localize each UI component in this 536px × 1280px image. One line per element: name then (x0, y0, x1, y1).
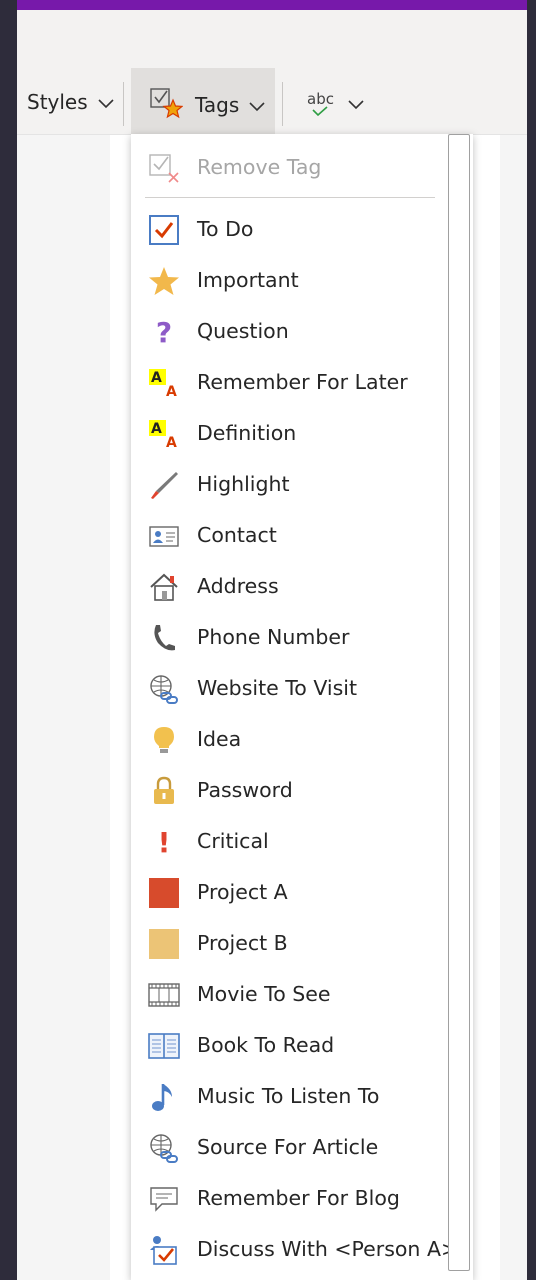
menu-item-source-for-article[interactable]: Source For Article (131, 1121, 447, 1172)
chevron-down-icon (98, 90, 114, 114)
menu-item-label: Music To Listen To (197, 1083, 380, 1108)
menu-divider (145, 197, 435, 198)
exclamation-icon: ! (157, 825, 171, 859)
svg-text:A: A (166, 435, 177, 450)
highlight-letters-icon: A A (147, 417, 181, 451)
menu-item-label: Contact (197, 522, 277, 547)
menu-item-movie-to-see[interactable]: Movie To See (131, 968, 447, 1019)
chevron-down-icon (249, 93, 265, 117)
menu-item-label: Phone Number (197, 624, 350, 649)
star-icon (147, 264, 181, 298)
menu-item-book-to-read[interactable]: Book To Read (131, 1019, 447, 1070)
styles-label: Styles (27, 90, 88, 114)
onenote-app: Styles Tags abc Remove Tag To Do Importa… (17, 0, 527, 1280)
music-note-icon (147, 1080, 181, 1114)
yellow-square-icon (147, 927, 181, 961)
spelling-label: abc (307, 90, 334, 108)
menu-item-address[interactable]: Address (131, 560, 447, 611)
question-icon: ? (155, 315, 173, 349)
menu-item-label: Password (197, 777, 293, 802)
menu-scrollbar[interactable] (448, 134, 470, 1271)
menu-item-label: Book To Read (197, 1032, 335, 1057)
lock-icon (147, 774, 181, 808)
tags-dropdown-button[interactable]: Tags (131, 68, 275, 142)
menu-item-remember-for-blog[interactable]: Remember For Blog (131, 1172, 447, 1223)
menu-item-label: Website To Visit (197, 675, 358, 700)
lightbulb-icon (147, 723, 181, 757)
remove-tag-icon (147, 151, 181, 185)
contact-card-icon (147, 519, 181, 553)
styles-dropdown-button[interactable]: Styles (27, 86, 114, 118)
menu-item-question[interactable]: ? Question (131, 305, 447, 356)
menu-item-remember-for-later[interactable]: A A Remember For Later (131, 356, 447, 407)
menu-item-discuss-with-person-a[interactable]: Discuss With <Person A> (131, 1223, 458, 1274)
film-icon (147, 978, 181, 1012)
title-bar (17, 0, 527, 10)
menu-item-project-b[interactable]: Project B (131, 917, 447, 968)
tags-dropdown-menu: Remove Tag To Do Important ? Question A … (131, 134, 473, 1280)
globe-link-icon (147, 1131, 181, 1165)
svg-text:A: A (151, 421, 162, 437)
ribbon-toolbar: Styles Tags abc (17, 10, 527, 142)
house-icon (147, 570, 181, 604)
ribbon-separator (282, 82, 283, 126)
menu-item-idea[interactable]: Idea (131, 713, 447, 764)
menu-item-highlight[interactable]: Highlight (131, 458, 447, 509)
menu-item-label: Project B (197, 930, 288, 955)
menu-item-contact[interactable]: Contact (131, 509, 447, 560)
menu-item-label: Highlight (197, 471, 290, 496)
menu-item-important[interactable]: Important (131, 254, 447, 305)
menu-item-label: Definition (197, 420, 297, 445)
menu-item-music-to-listen-to[interactable]: Music To Listen To (131, 1070, 447, 1121)
menu-item-label: Movie To See (197, 981, 331, 1006)
menu-item-label: Remove Tag (197, 154, 322, 179)
menu-item-password[interactable]: Password (131, 764, 447, 815)
menu-item-label: To Do (197, 216, 254, 241)
svg-text:A: A (166, 384, 177, 399)
menu-item-phone-number[interactable]: Phone Number (131, 611, 447, 662)
menu-item-label: Critical (197, 828, 269, 853)
speech-bubble-icon (147, 1182, 181, 1216)
globe-link-icon (147, 672, 181, 706)
red-square-icon (147, 876, 181, 910)
menu-item-label: Question (197, 318, 289, 343)
phone-icon (147, 621, 181, 655)
tags-label: Tags (195, 93, 240, 117)
menu-item-critical[interactable]: ! Critical (131, 815, 447, 866)
menu-item-label: Idea (197, 726, 242, 751)
menu-item-to-do[interactable]: To Do (131, 203, 447, 254)
book-icon (147, 1029, 181, 1063)
menu-item-label: Address (197, 573, 279, 598)
highlight-letters-icon: A A (147, 366, 181, 400)
menu-item-label: Discuss With <Person A> (197, 1236, 459, 1261)
person-check-icon (147, 1233, 181, 1267)
menu-item-label: Source For Article (197, 1134, 379, 1159)
menu-item-label: Important (197, 267, 299, 292)
menu-item-definition[interactable]: A A Definition (131, 407, 447, 458)
spell-check-icon: abc (307, 92, 334, 116)
pen-icon (147, 468, 181, 502)
chevron-down-icon (348, 95, 364, 114)
menu-item-website-to-visit[interactable]: Website To Visit (131, 662, 447, 713)
tag-star-icon (149, 86, 184, 125)
menu-item-label: Project A (197, 879, 288, 904)
menu-item-remove-tag[interactable]: Remove Tag (131, 141, 447, 192)
menu-item-project-a[interactable]: Project A (131, 866, 447, 917)
menu-item-label: Remember For Later (197, 369, 408, 394)
todo-checkbox-icon (147, 213, 181, 247)
menu-item-label: Remember For Blog (197, 1185, 400, 1210)
spelling-dropdown-button[interactable]: abc (307, 92, 364, 116)
ribbon-separator (123, 82, 124, 126)
svg-text:A: A (151, 370, 162, 386)
